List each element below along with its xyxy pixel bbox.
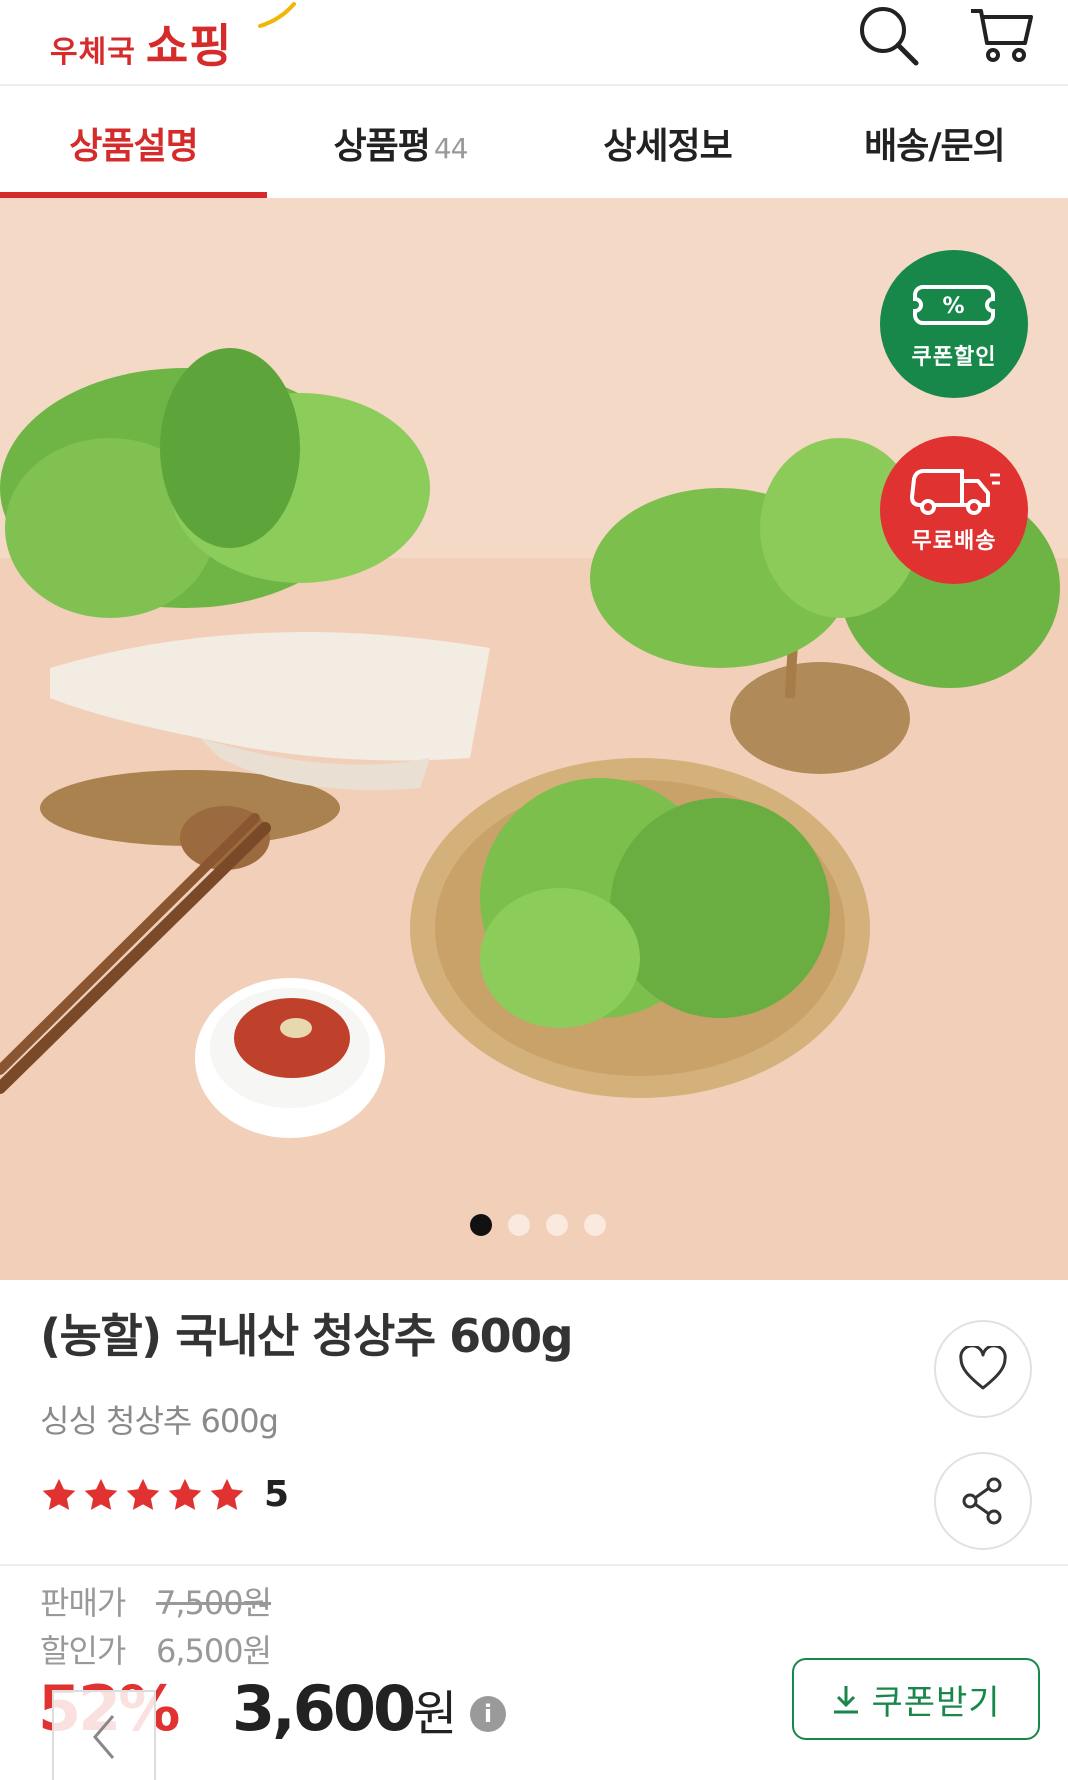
product-rating[interactable]: 5 bbox=[40, 1474, 289, 1515]
sale-price-value: 7,500원 bbox=[156, 1584, 272, 1622]
sale-price-row: 판매가 7,500원 bbox=[40, 1578, 272, 1624]
logo-main: 쇼핑 bbox=[145, 19, 233, 73]
tab-label: 상세정보 bbox=[603, 126, 732, 167]
carousel-dot[interactable] bbox=[546, 1214, 568, 1236]
coupon-badge-label: 쿠폰할인 bbox=[911, 345, 997, 370]
tab-shipping-inquiry[interactable]: 배송/문의 bbox=[801, 88, 1068, 198]
discount-price-value: 6,500원 bbox=[156, 1632, 272, 1670]
get-coupon-button[interactable]: 쿠폰받기 bbox=[792, 1658, 1040, 1740]
search-icon bbox=[860, 7, 919, 66]
discount-price-label: 할인가 bbox=[40, 1632, 126, 1670]
search-button[interactable] bbox=[852, 0, 924, 70]
tab-details[interactable]: 상세정보 bbox=[534, 88, 801, 198]
section-divider bbox=[0, 1564, 1068, 1566]
product-title: (농할) 국내산 청상추 600g bbox=[40, 1309, 574, 1363]
rating-value: 5 bbox=[264, 1474, 290, 1515]
truck-icon bbox=[910, 469, 1000, 515]
tab-label: 상품평 bbox=[333, 126, 430, 167]
final-price: 3,600원 bbox=[232, 1672, 457, 1745]
tab-reviews[interactable]: 상품평 44 bbox=[267, 88, 534, 198]
final-price-unit: 원 bbox=[413, 1686, 458, 1742]
star-icon bbox=[210, 1478, 244, 1510]
logo-prefix: 우체국 bbox=[50, 35, 136, 70]
wishlist-button[interactable] bbox=[934, 1320, 1032, 1418]
carousel-dot[interactable] bbox=[584, 1214, 606, 1236]
final-price-amount: 3,600 bbox=[232, 1672, 416, 1745]
star-icon bbox=[42, 1478, 76, 1510]
heart-icon bbox=[959, 1346, 1007, 1390]
logo[interactable]: 우체국 쇼핑 bbox=[50, 2, 296, 73]
product-subtitle: 싱싱 청상추 600g bbox=[40, 1402, 279, 1440]
back-button[interactable] bbox=[52, 1690, 156, 1780]
sale-price-label: 판매가 bbox=[40, 1584, 126, 1622]
free-shipping-badge: 무료배송 bbox=[880, 436, 1028, 584]
tab-label: 상품설명 bbox=[69, 126, 198, 167]
star-icon bbox=[126, 1478, 160, 1510]
star-icon bbox=[168, 1478, 202, 1510]
tab-description[interactable]: 상품설명 bbox=[0, 88, 267, 198]
price-info-icon[interactable]: i bbox=[470, 1696, 506, 1732]
logo-swoosh-icon bbox=[258, 2, 296, 28]
carousel-dot[interactable] bbox=[470, 1214, 492, 1236]
get-coupon-label: 쿠폰받기 bbox=[871, 1682, 1001, 1723]
carousel-dot[interactable] bbox=[508, 1214, 530, 1236]
coupon-ticket-icon: % bbox=[913, 285, 995, 325]
discount-price-row: 할인가 6,500원 bbox=[40, 1626, 272, 1672]
app-header: 우체국 쇼핑 bbox=[0, 0, 1068, 86]
cart-icon bbox=[971, 9, 1033, 62]
free-shipping-label: 무료배송 bbox=[911, 529, 997, 554]
star-rating bbox=[40, 1476, 246, 1514]
download-icon bbox=[831, 1683, 861, 1715]
share-button[interactable] bbox=[934, 1452, 1032, 1550]
cart-button[interactable] bbox=[966, 0, 1038, 70]
share-icon bbox=[962, 1477, 1002, 1525]
product-tabs: 상품설명 상품평 44 상세정보 배송/문의 bbox=[0, 88, 1068, 198]
product-image-carousel[interactable]: % 쿠폰할인 무료배송 bbox=[0, 198, 1068, 1280]
coupon-symbol: % bbox=[942, 294, 965, 319]
star-icon bbox=[84, 1478, 118, 1510]
chevron-left-icon bbox=[93, 1715, 115, 1759]
coupon-discount-badge: % 쿠폰할인 bbox=[880, 250, 1028, 398]
review-count: 44 bbox=[433, 131, 469, 165]
tab-label: 배송/문의 bbox=[864, 126, 1006, 167]
carousel-indicator bbox=[470, 1214, 606, 1236]
